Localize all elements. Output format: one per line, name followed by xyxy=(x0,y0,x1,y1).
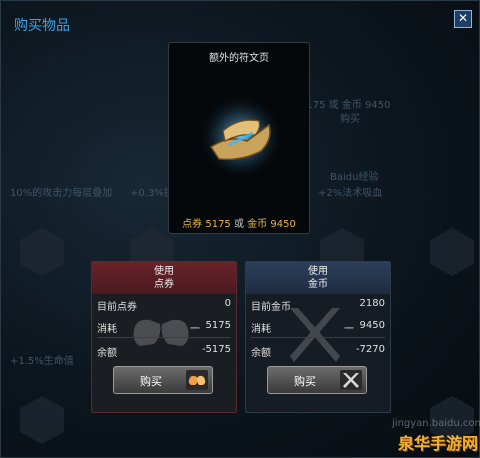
row-value: 9450 xyxy=(359,320,385,331)
rp-current-row: 目前点券 0 xyxy=(97,296,231,314)
rp-balance-row: 余额 -5175 xyxy=(97,342,231,360)
ip-header-line2: 金币 xyxy=(308,279,328,290)
item-preview: 额外的符文页 点券 5175 或 金币 9450 xyxy=(168,42,310,234)
row-value: 2180 xyxy=(359,298,385,309)
item-price: 点券 5175 或 金币 9450 xyxy=(169,215,309,230)
rp-panel-header: 使用 点券 xyxy=(92,262,236,294)
site-logo: 泉华手游网 xyxy=(398,434,479,453)
row-label: 消耗 xyxy=(251,324,271,335)
item-name: 额外的符文页 xyxy=(209,53,269,64)
rp-header-line1: 使用 xyxy=(154,266,174,277)
row-value: 5175 xyxy=(205,320,231,331)
row-label: 目前金币 xyxy=(251,302,291,313)
rp-cost-row: 消耗 一 5175 xyxy=(97,318,231,338)
pay-with-rp-panel: 使用 点券 目前点券 0 消耗 一 5175 余额 -5175 购买 xyxy=(91,261,237,413)
pay-with-ip-panel: 使用 金币 目前金币 2180 消耗 一 9450 余额 -7270 购买 xyxy=(245,261,391,413)
price-or: 或 xyxy=(234,219,244,230)
ip-current-row: 目前金币 2180 xyxy=(251,296,385,314)
row-value: 0 xyxy=(224,298,231,309)
buy-button-label: 购买 xyxy=(294,375,316,388)
row-label: 目前点券 xyxy=(97,302,137,313)
ip-cost-row: 消耗 一 9450 xyxy=(251,318,385,338)
buy-with-rp-button[interactable]: 购买 xyxy=(113,366,213,394)
rp-header-line2: 点券 xyxy=(154,279,174,290)
row-value: -7270 xyxy=(355,344,385,355)
buy-button-label: 购买 xyxy=(140,375,162,388)
row-value: -5175 xyxy=(201,344,231,355)
ip-panel-header: 使用 金币 xyxy=(246,262,390,294)
rune-page-scroll-icon xyxy=(201,97,281,177)
buy-with-ip-button[interactable]: 购买 xyxy=(267,366,367,394)
price-ip: 金币 9450 xyxy=(247,219,296,230)
watermark-url: jingyan.baidu.com xyxy=(392,418,480,429)
crossed-swords-icon xyxy=(340,370,362,390)
price-rp: 点券 5175 xyxy=(182,219,231,230)
row-label: 余额 xyxy=(251,348,271,359)
titlebar: 购买物品 ✕ xyxy=(0,0,480,34)
row-label: 消耗 xyxy=(97,324,117,335)
fist-bump-icon xyxy=(186,370,208,390)
close-button[interactable]: ✕ xyxy=(454,10,472,28)
dialog-title: 购买物品 xyxy=(14,18,70,34)
ip-header-line1: 使用 xyxy=(308,266,328,277)
ip-balance-row: 余额 -7270 xyxy=(251,342,385,360)
row-operator: 一 xyxy=(344,324,354,335)
row-label: 余额 xyxy=(97,348,117,359)
row-operator: 一 xyxy=(190,324,200,335)
